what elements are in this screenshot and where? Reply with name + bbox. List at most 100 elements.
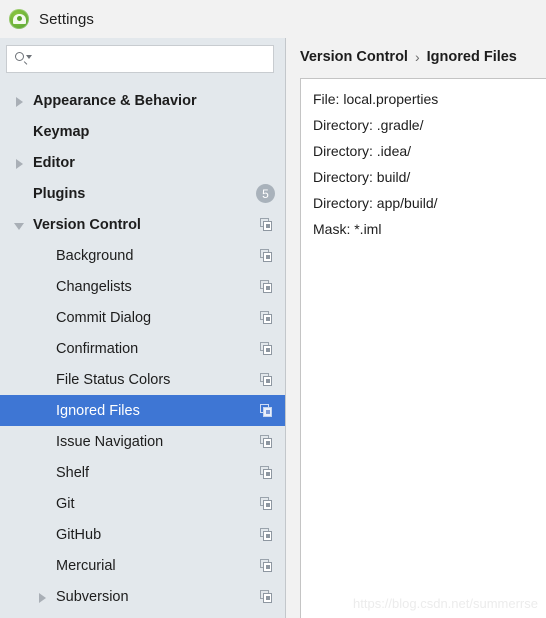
row-trailing-area <box>260 395 273 426</box>
sidebar-item-label: Git <box>56 495 75 512</box>
row-trailing-area <box>260 271 273 302</box>
settings-tree: Appearance & Behavior Keymap Editor Plugins… <box>0 85 285 618</box>
row-trailing-area <box>260 550 273 581</box>
arrow-spacer <box>36 395 52 426</box>
list-item[interactable]: Directory: .idea/ <box>301 138 546 164</box>
title-bar: Settings <box>0 0 546 38</box>
settings-content-panel: Version Control › Ignored Files File: lo… <box>286 38 546 618</box>
list-item[interactable]: File: local.properties <box>301 86 546 112</box>
list-item[interactable]: Directory: app/build/ <box>301 190 546 216</box>
sidebar-item-file-status-colors[interactable]: File Status Colors <box>0 364 285 395</box>
row-trailing-area: 5 <box>256 178 275 209</box>
arrow-spacer <box>36 364 52 395</box>
breadcrumb: Version Control › Ignored Files <box>300 49 517 65</box>
window-title: Settings <box>39 10 94 28</box>
sidebar-item-label: Background <box>56 247 134 264</box>
chevron-down-icon[interactable] <box>14 223 24 230</box>
sidebar-item-label: Changelists <box>56 278 132 295</box>
row-trailing-area <box>260 364 273 395</box>
sidebar-item-version-control[interactable]: Version Control <box>0 209 285 240</box>
row-trailing-area <box>260 426 273 457</box>
sidebar-item-label: Issue Navigation <box>56 433 164 450</box>
row-trailing-area <box>260 519 273 550</box>
sidebar-item-label: Keymap <box>33 123 90 140</box>
arrow-spacer <box>36 457 52 488</box>
plugins-count-badge: 5 <box>256 184 275 203</box>
sidebar-item-issue-navigation[interactable]: Issue Navigation <box>0 426 285 457</box>
arrow-spacer <box>36 488 52 519</box>
sidebar-item-background[interactable]: Background <box>0 240 285 271</box>
arrow-spacer <box>36 240 52 271</box>
search-input[interactable] <box>36 51 251 67</box>
breadcrumb-parent[interactable]: Version Control <box>300 49 408 65</box>
row-trailing-area <box>260 333 273 364</box>
copy-settings-icon[interactable] <box>260 249 273 262</box>
sidebar-item-github[interactable]: GitHub <box>0 519 285 550</box>
sidebar-item-label: Commit Dialog <box>56 309 152 326</box>
copy-settings-icon[interactable] <box>260 404 273 417</box>
sidebar-item-label: File Status Colors <box>56 371 171 388</box>
sidebar-item-plugins[interactable]: Plugins 5 <box>0 178 285 209</box>
android-studio-icon <box>9 9 29 29</box>
copy-settings-icon[interactable] <box>260 528 273 541</box>
sidebar-item-git[interactable]: Git <box>0 488 285 519</box>
ignored-files-list[interactable]: File: local.properties Directory: .gradle… <box>300 78 546 618</box>
sidebar-item-commit-dialog[interactable]: Commit Dialog <box>0 302 285 333</box>
row-trailing-area <box>260 209 273 240</box>
sidebar-item-appearance-behavior[interactable]: Appearance & Behavior <box>0 85 285 116</box>
row-trailing-area <box>260 302 273 333</box>
arrow-spacer <box>13 116 29 147</box>
arrow-spacer <box>36 550 52 581</box>
copy-settings-icon[interactable] <box>260 466 273 479</box>
sidebar-item-label: GitHub <box>56 526 102 543</box>
chevron-right-icon[interactable] <box>16 97 23 107</box>
copy-settings-icon[interactable] <box>260 218 273 231</box>
sidebar-item-editor[interactable]: Editor <box>0 147 285 178</box>
sidebar-item-subversion[interactable]: Subversion <box>0 581 285 612</box>
copy-settings-icon[interactable] <box>260 559 273 572</box>
sidebar-item-label: Confirmation <box>56 340 139 357</box>
sidebar-item-changelists[interactable]: Changelists <box>0 271 285 302</box>
row-trailing-area <box>260 457 273 488</box>
row-trailing-area <box>260 488 273 519</box>
chevron-right-icon[interactable] <box>39 593 46 603</box>
arrow-spacer <box>36 302 52 333</box>
sidebar-item-shelf[interactable]: Shelf <box>0 457 285 488</box>
list-item[interactable]: Directory: build/ <box>301 164 546 190</box>
chevron-down-icon <box>26 55 32 59</box>
copy-settings-icon[interactable] <box>260 373 273 386</box>
copy-settings-icon[interactable] <box>260 435 273 448</box>
search-box[interactable] <box>6 45 274 73</box>
row-trailing-area <box>260 240 273 271</box>
list-item[interactable]: Directory: .gradle/ <box>301 112 546 138</box>
list-item[interactable]: Mask: *.iml <box>301 216 546 242</box>
copy-settings-icon[interactable] <box>260 497 273 510</box>
chevron-right-icon[interactable] <box>16 159 23 169</box>
sidebar-item-label: Ignored Files <box>56 402 140 419</box>
arrow-spacer <box>36 426 52 457</box>
sidebar-item-label: Appearance & Behavior <box>33 92 197 109</box>
sidebar-item-ignored-files[interactable]: Ignored Files <box>0 395 285 426</box>
copy-settings-icon[interactable] <box>260 311 273 324</box>
arrow-spacer <box>36 333 52 364</box>
sidebar-item-label: Version Control <box>33 216 141 233</box>
breadcrumb-separator-icon: › <box>414 49 420 65</box>
arrow-spacer <box>13 178 29 209</box>
copy-settings-icon[interactable] <box>260 342 273 355</box>
copy-settings-icon[interactable] <box>260 590 273 603</box>
sidebar-item-keymap[interactable]: Keymap <box>0 116 285 147</box>
copy-settings-icon[interactable] <box>260 280 273 293</box>
sidebar-item-mercurial[interactable]: Mercurial <box>0 550 285 581</box>
row-trailing-area <box>260 581 273 612</box>
search-icon <box>15 51 32 67</box>
sidebar-item-confirmation[interactable]: Confirmation <box>0 333 285 364</box>
sidebar-item-label: Shelf <box>56 464 90 481</box>
arrow-spacer <box>36 271 52 302</box>
arrow-spacer <box>36 519 52 550</box>
sidebar-item-label: Editor <box>33 154 75 171</box>
breadcrumb-current: Ignored Files <box>426 49 517 65</box>
sidebar-item-label: Subversion <box>56 588 129 605</box>
settings-window: Settings Appearance & Behavior Keymap Edit… <box>0 0 546 618</box>
settings-sidebar: Appearance & Behavior Keymap Editor Plugins… <box>0 38 285 618</box>
sidebar-item-label: Plugins <box>33 185 86 202</box>
